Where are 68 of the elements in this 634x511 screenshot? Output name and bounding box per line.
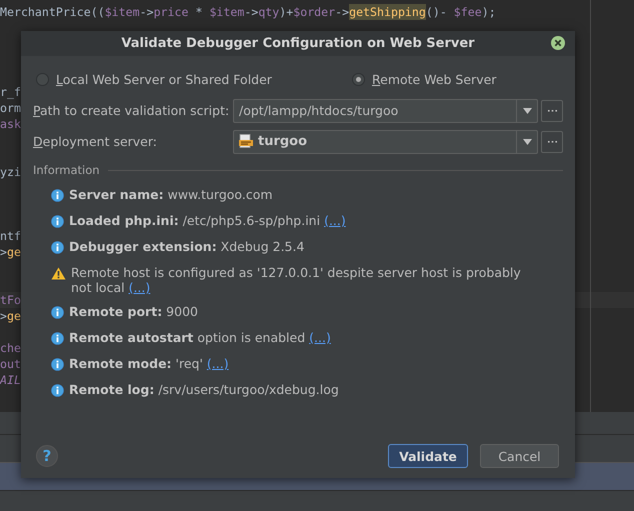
path-dropdown[interactable]: /opt/lampp/htdocs/turgoo (233, 98, 538, 122)
details-link[interactable]: (...) (324, 213, 346, 228)
radio-button[interactable] (352, 72, 365, 86)
code-text: ntf (0, 228, 21, 244)
server-dropdown[interactable]: turgoo (233, 130, 538, 154)
help-button[interactable]: ? (36, 445, 58, 467)
info-icon (51, 215, 64, 228)
info-icon (51, 358, 64, 371)
code-text: getShipping (349, 4, 426, 20)
info-icon (51, 332, 64, 345)
code-text: qty (258, 4, 280, 20)
group-title: Information (33, 163, 100, 177)
code-text: -> (244, 4, 258, 20)
info-icon (51, 384, 64, 397)
code-text: $order (293, 4, 336, 20)
dialog-title: Validate Debugger Configuration on Web Server (121, 36, 475, 51)
code-text: -> (140, 4, 154, 20)
code-text: > (0, 308, 7, 324)
radio-label[interactable]: Remote Web Server (372, 72, 496, 86)
code-text: * (194, 4, 204, 20)
code-text: tFo (0, 292, 21, 308)
message-text: Remote mode: 'req' (...) (69, 356, 230, 371)
message-text: Remote port: 9000 (69, 304, 199, 319)
details-link[interactable]: (...) (309, 330, 331, 345)
field-value: turgoo (258, 134, 308, 149)
code-text: orm (0, 100, 21, 116)
caret-icon (522, 108, 532, 114)
cancel-button[interactable]: Cancel (480, 444, 559, 468)
radio-button[interactable] (36, 72, 49, 86)
message-text: Remote log: /srv/users/turgoo/xdebug.log (69, 382, 340, 397)
code-text: $item (104, 4, 140, 20)
field-label: Path to create validation script: (33, 103, 230, 118)
code-text: price (154, 4, 188, 20)
code-text: -> (335, 4, 350, 20)
field-label: Deployment server: (33, 134, 158, 149)
code-text: MerchantPrice(( (0, 4, 105, 20)
code-text: $fee (454, 4, 482, 20)
caret-icon (522, 138, 532, 144)
validate-button[interactable]: Validate (388, 444, 468, 468)
server-icon (239, 134, 253, 149)
details-link[interactable]: (...) (206, 356, 229, 371)
message-text: Remote autostart option is enabled (...) (69, 330, 332, 345)
code-text: r_f (0, 84, 21, 100)
code-text: $item (209, 4, 244, 20)
message-text: Loaded php.ini: /etc/php5.6-sp/php.ini (...) (69, 213, 347, 228)
info-icon (51, 306, 64, 319)
details-link[interactable]: (...) (128, 280, 150, 295)
code-text: )+ (279, 4, 294, 20)
info-icon (51, 189, 64, 202)
info-icon (51, 241, 64, 254)
code-text: out (0, 356, 21, 372)
code-text: ); (482, 4, 496, 20)
field-value: /opt/lampp/htdocs/turgoo (239, 103, 398, 118)
code-text: ()- (426, 4, 448, 20)
code-text: yzi (0, 164, 21, 180)
code-text: che (0, 340, 21, 356)
close-icon[interactable] (551, 36, 565, 50)
code-text: > (0, 244, 7, 260)
warning-icon (51, 267, 66, 280)
message-text: Debugger extension: Xdebug 2.5.4 (69, 239, 306, 254)
browse-button[interactable] (541, 130, 563, 152)
code-text: ge (6, 244, 21, 260)
message-text: Server name: www.turgoo.com (69, 187, 274, 202)
radio-label[interactable]: Local Web Server or Shared Folder (56, 72, 272, 86)
code-text: ask (0, 116, 21, 132)
browse-button[interactable] (541, 100, 563, 122)
message-text: Remote host is configured as '127.0.0.1' despite server host is probably not local (...) (71, 265, 522, 295)
code-text: ge (6, 308, 21, 324)
